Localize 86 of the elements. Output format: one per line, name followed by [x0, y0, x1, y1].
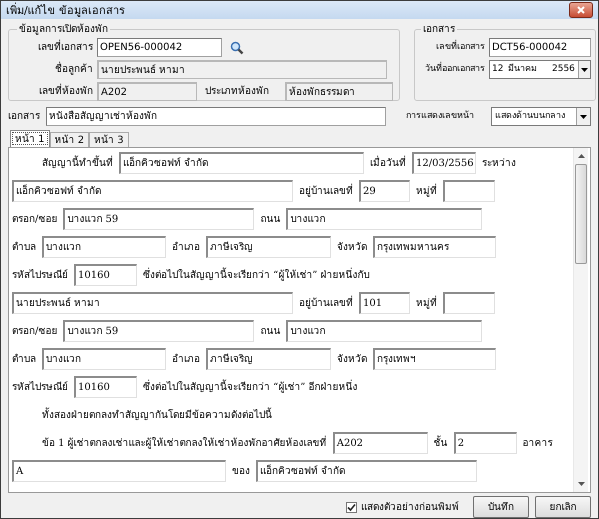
contract-text: ข้อ 1 ผู้เช่าตกลงเช่าและผู้ให้เช่าตกลงให้เช่าห้องพักอาศัยห้องเลขที่	[42, 436, 327, 450]
contract-text: จังหวัด	[337, 240, 367, 254]
contract-text: เมื่อวันที่	[370, 156, 406, 170]
contract-text: ของ	[232, 464, 250, 478]
scroll-thumb[interactable]	[575, 164, 587, 264]
text-field[interactable]: แอ็กคิวซอฟท์ จำกัด	[119, 152, 364, 174]
field-label: เลขที่เอกสาร	[419, 41, 485, 54]
text-field[interactable]: บางแวก	[42, 348, 166, 370]
text-field[interactable]: แอ็กคิวซอฟท์ จำกัด	[12, 180, 293, 202]
text-field[interactable]: 10160	[74, 264, 137, 286]
contract-text: สัญญานี้ทำขึ้นที่	[42, 156, 113, 170]
contract-text: อำเภอ	[172, 352, 200, 366]
contract-text: อยู่บ้านเลขที่	[299, 184, 353, 198]
contract-text: รหัสไปรษณีย์	[12, 380, 68, 394]
text-field[interactable]: บางแวก 59	[63, 320, 254, 342]
dropdown-arrow-icon	[581, 68, 588, 72]
field-label: เอกสาร	[8, 110, 40, 123]
contract-text: จังหวัด	[337, 352, 367, 366]
dialog-button[interactable]: ยกเลิก	[535, 496, 591, 518]
preview-checkbox[interactable]	[346, 502, 357, 512]
text-field[interactable]: OPEN56-000042	[97, 38, 222, 57]
date-day: 12	[492, 63, 508, 76]
text-field[interactable]: นายประพนธ์ หามา	[12, 292, 293, 314]
text-field[interactable]: ภาษีเจริญ	[206, 236, 331, 258]
contract-text: ระหว่าง	[482, 156, 516, 170]
contract-text: ซึ่งต่อไปในสัญญานี้จะเรียกว่า “ผู้เช่า” อีกฝ่ายหนึ่ง	[143, 380, 358, 394]
contract-text: รหัสไปรษณีย์	[12, 268, 68, 282]
field-label: เลขที่เอกสาร	[15, 41, 93, 54]
contract-text: ตำบล	[12, 240, 36, 254]
tab[interactable]: หน้า 2	[50, 132, 90, 147]
text-field[interactable]: บางแวก 59	[63, 208, 254, 230]
contract-text: ทั้งสองฝ่ายตกลงทำสัญญากันโดยมีข้อความดังต่อไปนี้	[42, 408, 272, 422]
tab[interactable]: หน้า 3	[89, 132, 129, 147]
text-field[interactable]: กรุงเทพมหานคร	[373, 236, 496, 258]
contract-text: ชั้น	[434, 436, 448, 450]
text-field[interactable]: แอ็กคิวซอฟท์ จำกัด	[256, 460, 477, 482]
text-field[interactable]: 12/03/2556	[412, 152, 476, 174]
field-label: การแสดงเลขหน้า	[406, 110, 474, 123]
text-field[interactable]	[443, 292, 495, 314]
text-field[interactable]: 10160	[74, 376, 137, 398]
scroll-up-icon[interactable]	[578, 154, 584, 158]
window-title: เพิ่ม/แก้ไข ข้อมูลเอกสาร	[6, 4, 126, 16]
scroll-down-icon[interactable]	[578, 482, 584, 486]
contract-text: หมู่ที่	[416, 184, 437, 198]
text-field[interactable]: DCT56-000042	[489, 38, 591, 57]
vertical-scrollbar[interactable]	[573, 148, 588, 492]
text-field[interactable]: ภาษีเจริญ	[206, 348, 331, 370]
date-picker[interactable]: 12 มีนาคม 2556	[489, 60, 591, 79]
page-number-dropdown[interactable]: แสดงด้านบนกลาง	[491, 107, 591, 126]
close-button[interactable]	[569, 2, 593, 18]
contract-text: ถนน	[260, 212, 280, 226]
text-field[interactable]: A	[12, 460, 226, 482]
field-label: วันที่ออกเอกสาร	[419, 63, 485, 76]
close-icon	[577, 6, 585, 14]
text-field[interactable]: บางแวก	[42, 236, 166, 258]
dropdown-value: แสดงด้านบนกลาง	[495, 110, 565, 123]
text-field[interactable]: A202	[332, 432, 428, 454]
checkbox-label: แสดงตัวอย่างก่อนพิมพ์	[361, 500, 459, 514]
contract-text: ตรอก/ซอย	[12, 324, 58, 338]
dropdown-arrow-icon	[580, 114, 587, 118]
contract-text: อาคาร	[522, 436, 553, 450]
tab[interactable]: หน้า 1	[10, 130, 50, 147]
text-field[interactable]: 29	[359, 180, 410, 202]
contract-text: ซึ่งต่อไปในสัญญานี้จะเรียกว่า “ผู้ให้เช่า” ฝ่ายหนึ่งกับ	[143, 268, 370, 282]
contract-text: อำเภอ	[172, 240, 200, 254]
group-title: ข้อมูลการเปิดห้องพัก	[18, 23, 109, 36]
contract-text: อยู่บ้านเลขที่	[299, 296, 353, 310]
text-field[interactable]: กรุงเทพฯ	[373, 348, 496, 370]
search-icon[interactable]	[230, 40, 244, 54]
text-field[interactable]: 101	[359, 292, 410, 314]
text-field[interactable]: 2	[454, 432, 517, 454]
contract-text: ตรอก/ซอย	[12, 212, 58, 226]
contract-text: ตำบล	[12, 352, 36, 366]
contract-text: หมู่ที่	[416, 296, 437, 310]
text-field[interactable]: บางแวก	[286, 208, 482, 230]
group-title: เอกสาร	[422, 23, 456, 36]
text-field[interactable]: บางแวก	[286, 320, 482, 342]
field-label: ชื่อลูกค้า	[15, 63, 93, 76]
field-label: เลขที่ห้องพัก	[15, 85, 93, 98]
text-field[interactable]	[443, 180, 495, 202]
date-year: 2556	[552, 63, 576, 76]
text-field[interactable]: หนังสือสัญญาเช่าห้องพัก	[46, 107, 386, 126]
date-month: มีนาคม	[508, 63, 538, 76]
dialog-button[interactable]: บันทึก	[473, 496, 529, 518]
field-label: ประเภทห้องพัก	[205, 85, 270, 98]
contract-text: ถนน	[260, 324, 280, 338]
